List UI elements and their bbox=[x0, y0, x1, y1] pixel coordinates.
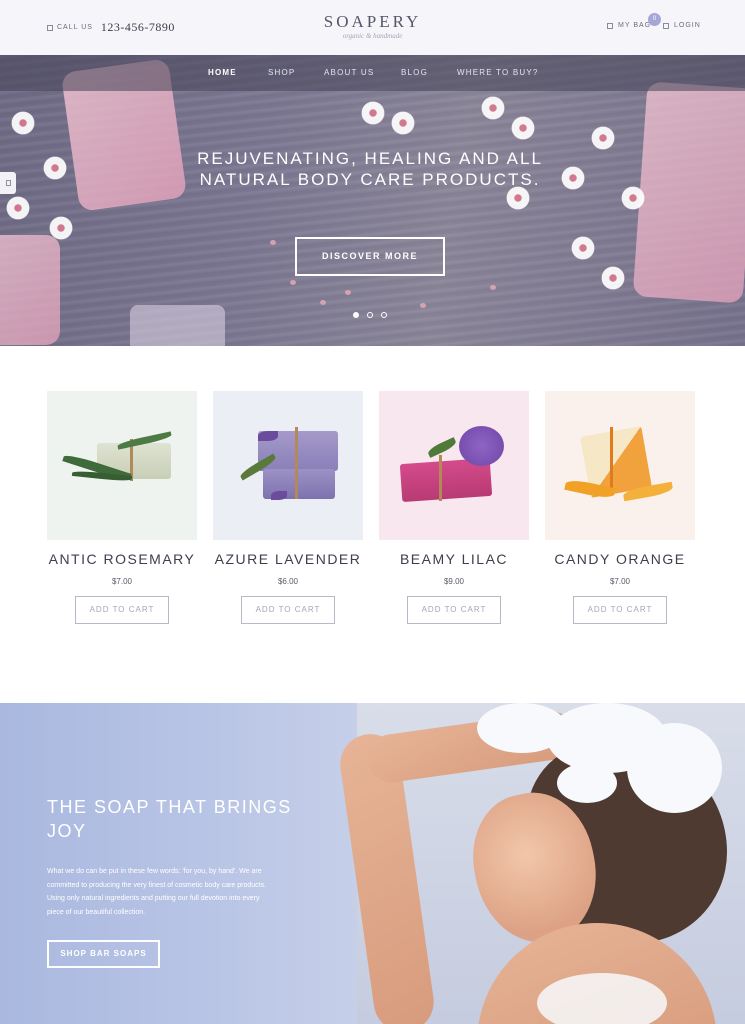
slide-dot-1[interactable] bbox=[353, 312, 359, 318]
add-to-cart-button[interactable]: ADD TO CART bbox=[75, 596, 169, 624]
product-image[interactable] bbox=[213, 391, 363, 540]
twine-image bbox=[295, 427, 298, 499]
product-name[interactable]: CANDY ORANGE bbox=[545, 551, 695, 567]
shower-photo bbox=[336, 703, 745, 1024]
product-price: $9.00 bbox=[443, 577, 465, 586]
slider-dots bbox=[353, 312, 387, 318]
nav-where-to-buy[interactable]: WHERE TO BUY? bbox=[457, 68, 539, 77]
lilac-flower-image bbox=[459, 426, 504, 466]
nav-home[interactable]: HOME bbox=[208, 68, 237, 77]
bag-count-badge: 0 bbox=[648, 13, 661, 26]
hero-headline: REJUVENATING, HEALING AND ALL NATURAL BO… bbox=[197, 149, 543, 189]
phone-number[interactable]: 123-456-7890 bbox=[101, 20, 175, 35]
product-card: BEAMY LILAC $9.00 ADD TO CART bbox=[379, 391, 529, 624]
petal-image bbox=[270, 240, 276, 245]
blossom-image bbox=[360, 100, 386, 126]
phone-label: CALL US bbox=[57, 24, 93, 31]
twine-image bbox=[439, 455, 442, 501]
product-image[interactable] bbox=[379, 391, 529, 540]
shop-bar-soaps-button[interactable]: SHOP BAR SOAPS bbox=[47, 940, 160, 968]
product-name[interactable]: ANTIC ROSEMARY bbox=[47, 551, 197, 567]
blossom-image bbox=[42, 155, 68, 181]
foam-image bbox=[557, 763, 617, 803]
product-card: AZURE LAVENDER $6.00 ADD TO CART bbox=[213, 391, 363, 624]
main-nav: HOME SHOP ABOUT US BLOG WHERE TO BUY? bbox=[0, 55, 745, 91]
nav-about-us[interactable]: ABOUT US bbox=[324, 68, 374, 77]
towel-image bbox=[130, 305, 225, 346]
logo-tagline: organic & handmade bbox=[342, 32, 403, 40]
slide-dot-2[interactable] bbox=[367, 312, 373, 318]
foam-image bbox=[627, 723, 722, 813]
login-label: LOGIN bbox=[674, 22, 701, 29]
pink-soap-image bbox=[632, 81, 745, 304]
blossom-image bbox=[48, 215, 74, 241]
blossom-image bbox=[590, 125, 616, 151]
slide-dot-3[interactable] bbox=[381, 312, 387, 318]
product-name[interactable]: BEAMY LILAC bbox=[379, 551, 529, 567]
product-name[interactable]: AZURE LAVENDER bbox=[213, 551, 363, 567]
phone-contact[interactable]: CALL US 123-456-7890 bbox=[47, 20, 175, 35]
petal-image bbox=[345, 290, 351, 295]
foam-image bbox=[537, 973, 667, 1024]
add-to-cart-button[interactable]: ADD TO CART bbox=[241, 596, 335, 624]
user-icon bbox=[663, 22, 669, 29]
bag-icon bbox=[607, 22, 613, 29]
blossom-image bbox=[620, 185, 646, 211]
add-to-cart-button[interactable]: ADD TO CART bbox=[573, 596, 667, 624]
pink-soap-image bbox=[0, 235, 60, 345]
site-logo[interactable]: SOAPERY organic & handmade bbox=[300, 12, 445, 40]
petal-image bbox=[490, 285, 496, 290]
blossom-image bbox=[480, 95, 506, 121]
lavender-flower-image bbox=[258, 431, 278, 441]
add-to-cart-button[interactable]: ADD TO CART bbox=[407, 596, 501, 624]
promo-section: THE SOAP THAT BRINGS JOY What we do can … bbox=[0, 703, 745, 1024]
product-card: ANTIC ROSEMARY $7.00 ADD TO CART bbox=[47, 391, 197, 624]
product-image[interactable] bbox=[47, 391, 197, 540]
petal-image bbox=[290, 280, 296, 285]
twine-image bbox=[610, 427, 613, 495]
product-image[interactable] bbox=[545, 391, 695, 540]
blossom-image bbox=[510, 115, 536, 141]
my-bag-label: MY BAG bbox=[618, 22, 652, 29]
phone-icon bbox=[47, 24, 53, 31]
product-price: $6.00 bbox=[277, 577, 299, 586]
lilac-leaf-image bbox=[426, 437, 458, 458]
discover-more-button[interactable]: DISCOVER MORE bbox=[295, 237, 445, 276]
product-price: $7.00 bbox=[609, 577, 631, 586]
promo-heading: THE SOAP THAT BRINGS JOY bbox=[47, 797, 292, 841]
side-panel-toggle[interactable] bbox=[0, 172, 16, 194]
product-card: CANDY ORANGE $7.00 ADD TO CART bbox=[545, 391, 695, 624]
blossom-image bbox=[390, 110, 416, 136]
blossom-image bbox=[570, 235, 596, 261]
lavender-flower-image bbox=[271, 491, 287, 500]
blossom-image bbox=[600, 265, 626, 291]
top-bar: CALL US 123-456-7890 SOAPERY organic & h… bbox=[0, 0, 745, 55]
petal-image bbox=[420, 303, 426, 308]
logo-text: SOAPERY bbox=[323, 12, 422, 31]
hero-slider: HOME SHOP ABOUT US BLOG WHERE TO BUY? RE… bbox=[0, 55, 745, 346]
nav-shop[interactable]: SHOP bbox=[268, 68, 295, 77]
promo-description: What we do can be put in these few words… bbox=[47, 868, 267, 916]
side-tab-icon bbox=[6, 180, 11, 186]
nav-blog[interactable]: BLOG bbox=[401, 68, 428, 77]
petal-image bbox=[320, 300, 326, 305]
product-price: $7.00 bbox=[111, 577, 133, 586]
login-link[interactable]: LOGIN bbox=[663, 22, 701, 29]
blossom-image bbox=[5, 195, 31, 221]
promo-background bbox=[0, 703, 357, 1024]
blossom-image bbox=[10, 110, 36, 136]
my-bag-link[interactable]: MY BAG 0 bbox=[607, 13, 661, 29]
